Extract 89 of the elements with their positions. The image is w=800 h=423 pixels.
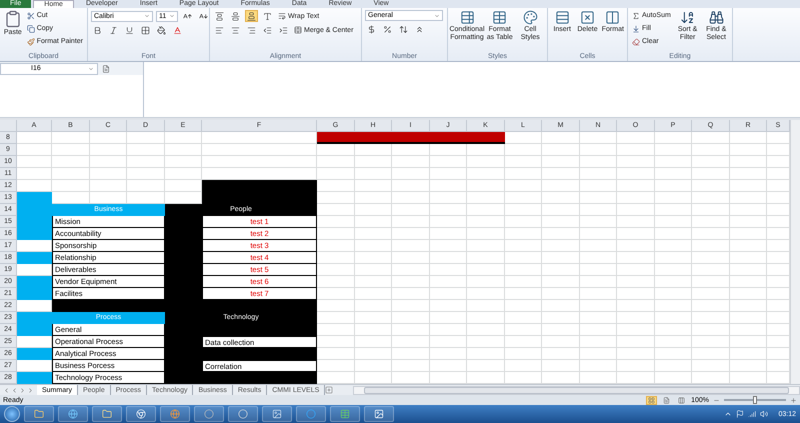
copy-icon — [26, 24, 35, 32]
horizontal-scrollbar[interactable] — [353, 386, 800, 394]
picture-icon — [272, 409, 282, 419]
view-icon — [678, 396, 686, 404]
cells-icon — [605, 10, 620, 25]
signal-icon — [748, 410, 756, 418]
sigma-icon — [632, 12, 640, 20]
caret-icon — [144, 13, 150, 19]
caret-icon — [434, 12, 440, 18]
scissors-icon — [26, 12, 35, 20]
bold-icon — [93, 26, 102, 34]
globe-icon — [170, 409, 180, 419]
dollar-icon — [367, 24, 376, 34]
cell-fill — [17, 276, 52, 288]
cells-icon — [554, 10, 570, 25]
shrink-font-icon — [199, 12, 208, 20]
font-color-icon — [173, 26, 182, 34]
fill-color-button[interactable] — [155, 24, 168, 36]
view-button[interactable] — [646, 396, 658, 404]
paint-bucket-icon — [157, 26, 166, 34]
folder-icon — [34, 409, 44, 419]
grow-font-icon — [183, 12, 192, 20]
cells-icon — [580, 10, 595, 25]
paintbrush-icon — [26, 38, 35, 46]
taskbar-icon[interactable] — [364, 406, 394, 422]
caret-icon — [169, 13, 175, 19]
align-left-icon — [215, 26, 224, 34]
vertical-scrollbar[interactable] — [790, 120, 800, 384]
vertical-align-button[interactable] — [229, 10, 242, 22]
borders-button[interactable] — [139, 24, 152, 36]
decimal-button[interactable] — [397, 23, 410, 35]
circle-icon — [306, 409, 316, 419]
align-center-icon — [231, 26, 240, 34]
indent-decrease-icon — [263, 26, 272, 34]
taskbar-icon[interactable] — [92, 406, 122, 422]
cell-fill — [17, 228, 52, 240]
globe-icon — [68, 409, 78, 419]
vertical-align-button[interactable] — [213, 10, 226, 22]
caret-icon — [88, 66, 94, 72]
start-button[interactable] — [4, 406, 20, 422]
view-icon — [648, 396, 656, 404]
align-right-icon — [247, 26, 256, 34]
taskbar-icon[interactable] — [330, 406, 360, 422]
circle-icon — [238, 409, 248, 419]
last-sheet-icon — [27, 386, 34, 394]
new-sheet-icon — [325, 386, 334, 394]
taskbar-icon[interactable] — [228, 406, 258, 422]
indent-increase-icon — [279, 26, 288, 34]
zoom-in-icon — [790, 396, 797, 404]
first-sheet-icon — [3, 386, 10, 394]
cell-fill — [17, 372, 52, 384]
view-button[interactable] — [676, 396, 688, 404]
align-icon — [215, 12, 224, 20]
slider-thumb[interactable] — [753, 396, 757, 404]
folder-icon — [102, 409, 112, 419]
wrap-text-icon — [278, 12, 286, 20]
percent-button[interactable] — [381, 23, 394, 35]
clipboard-icon — [4, 10, 22, 28]
percent-icon — [383, 24, 392, 34]
borders-icon — [141, 26, 150, 34]
flag-icon — [736, 410, 744, 418]
cell-fill — [17, 324, 52, 336]
italic-icon — [109, 26, 118, 34]
eraser-icon — [632, 38, 640, 46]
next-sheet-icon — [19, 386, 26, 394]
underline-icon — [125, 26, 134, 34]
taskbar-icon[interactable] — [58, 406, 88, 422]
align-icon — [231, 12, 240, 20]
picture-icon — [374, 409, 384, 419]
fill-icon — [632, 24, 640, 32]
circle-icon — [204, 409, 214, 419]
chrome-icon — [136, 409, 146, 419]
volume-icon — [760, 410, 768, 418]
vertical-align-button[interactable] — [245, 10, 258, 22]
orientation-icon — [263, 12, 272, 20]
binoculars-icon — [708, 10, 724, 25]
cell-fill — [17, 192, 52, 204]
taskbar-icon[interactable] — [126, 406, 156, 422]
sort-icon — [680, 10, 696, 25]
taskbar-icon[interactable] — [24, 406, 54, 422]
cell-fill — [17, 252, 52, 264]
view-icon — [663, 396, 670, 404]
taskbar-icon[interactable] — [262, 406, 292, 422]
merge-icon — [294, 26, 302, 34]
align-icon — [247, 12, 256, 20]
cell-fill — [17, 348, 52, 360]
chevron-up-icon — [724, 410, 732, 418]
previous-sheet-icon — [11, 386, 18, 394]
orientation-button[interactable] — [261, 10, 274, 22]
